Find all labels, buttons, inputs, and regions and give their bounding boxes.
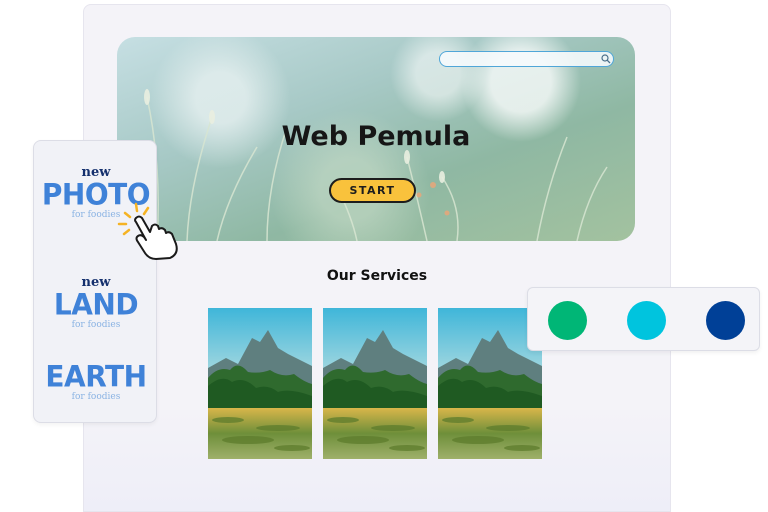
- service-image-2[interactable]: [323, 308, 427, 459]
- promo-panel: new PHOTO for foodies new LAND for foodi…: [33, 140, 157, 423]
- promo-land[interactable]: new LAND for foodies: [34, 275, 158, 330]
- promo-title: EARTH: [45, 359, 147, 394]
- services-title: Our Services: [326, 268, 428, 284]
- hero-banner: Web Pemula START: [117, 37, 635, 241]
- color-picker-panel: [527, 287, 760, 351]
- color-swatch-green[interactable]: [548, 301, 587, 340]
- search-input[interactable]: [439, 51, 614, 67]
- service-image-1[interactable]: [208, 308, 312, 459]
- hero-title: Web Pemula: [281, 121, 471, 152]
- color-swatch-navy[interactable]: [706, 301, 745, 340]
- stage: Web Pemula START Our Services new PHOTO …: [0, 0, 768, 512]
- search-icon[interactable]: [601, 54, 611, 64]
- color-swatch-cyan[interactable]: [627, 301, 666, 340]
- start-button[interactable]: START: [329, 178, 416, 203]
- pointer-hand-icon: [117, 202, 178, 260]
- promo-title: LAND: [53, 287, 139, 322]
- promo-earth[interactable]: EARTH for foodies: [34, 359, 158, 402]
